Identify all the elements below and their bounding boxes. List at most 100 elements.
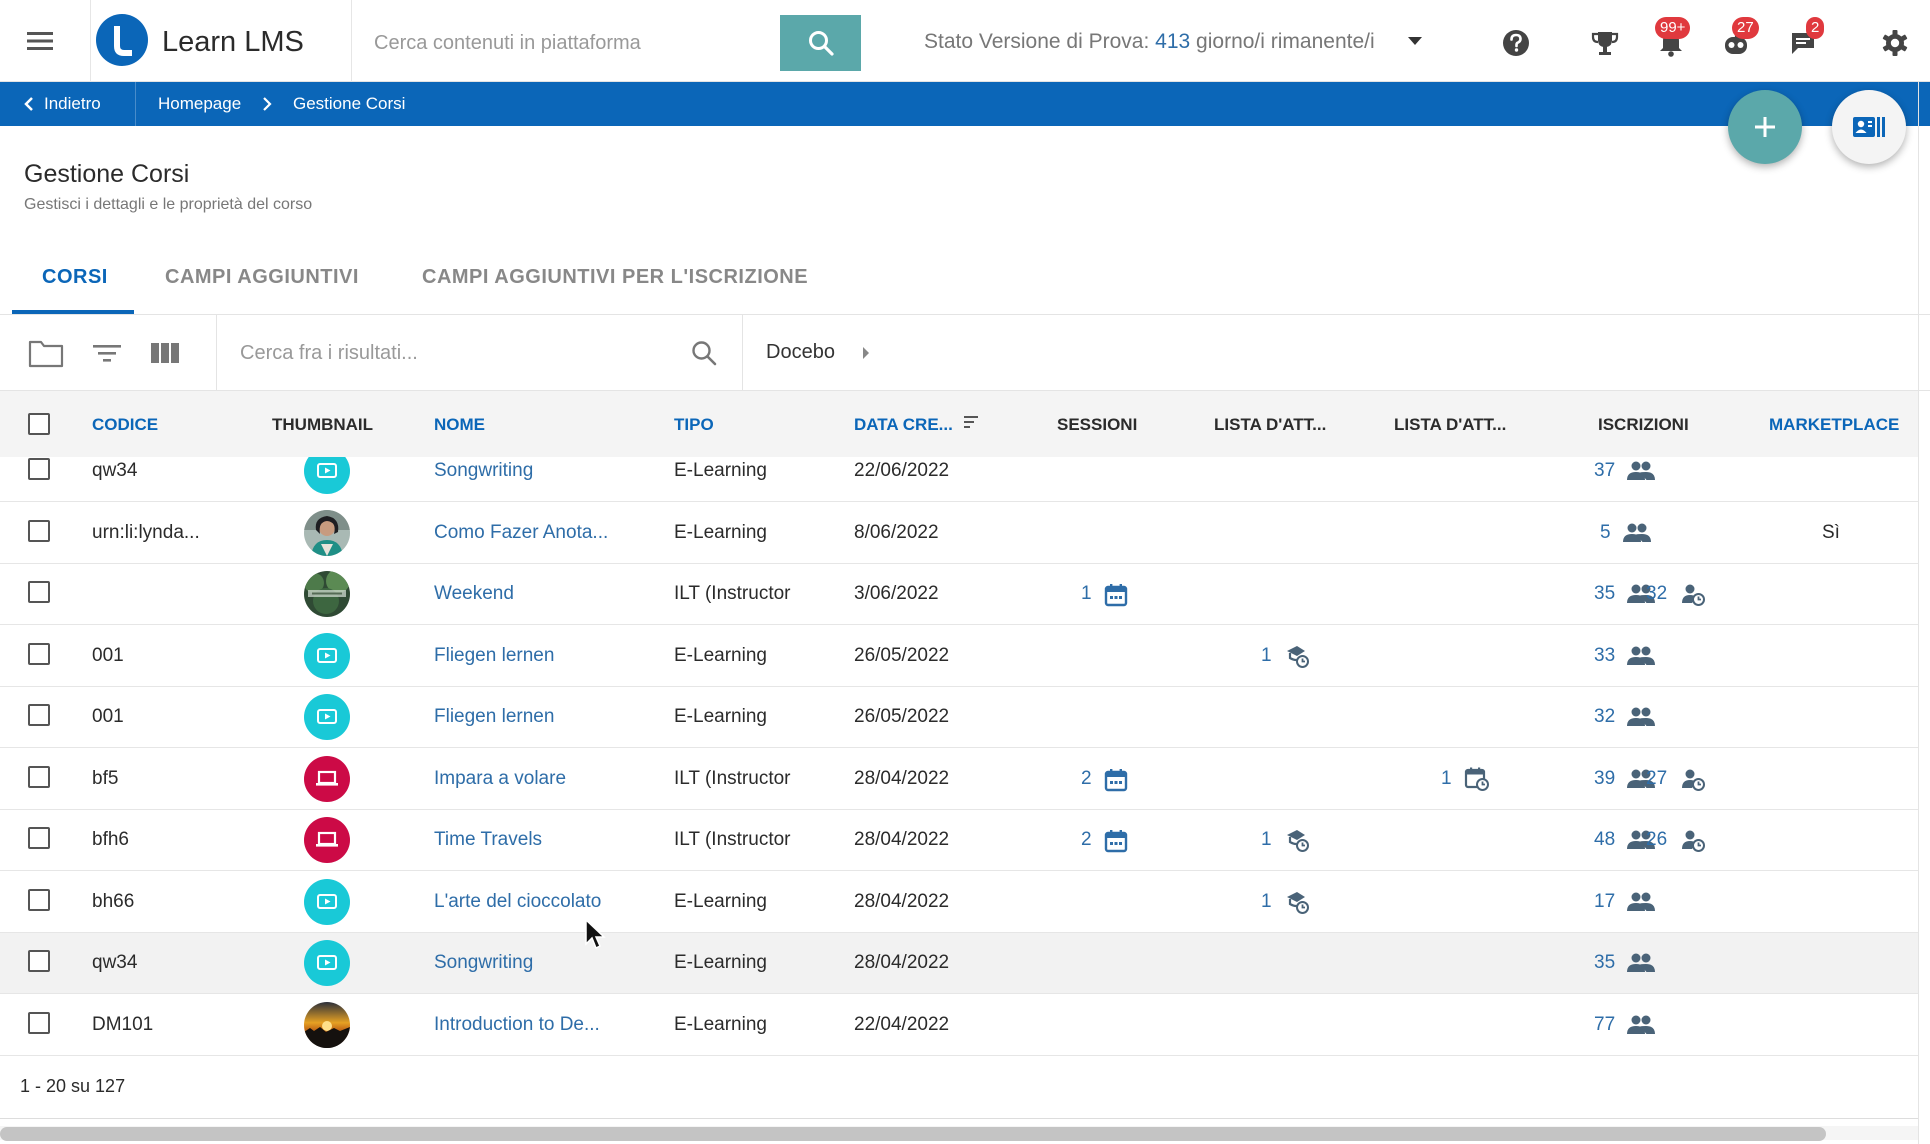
- table-row[interactable]: bh66 L'arte del cioccolato E-Learning 28/04…: [0, 872, 1918, 933]
- enrollments-count[interactable]: 37: [1594, 460, 1615, 482]
- global-search-input[interactable]: [352, 15, 780, 71]
- enrollments-count[interactable]: 32: [1594, 706, 1615, 728]
- calendar-icon[interactable]: [1103, 828, 1129, 854]
- row-checkbox[interactable]: [28, 520, 50, 542]
- waitlist-icon[interactable]: [1284, 827, 1310, 853]
- table-row[interactable]: 001 Fliegen lernen E-Learning 26/05/2022 1 33: [0, 626, 1918, 687]
- gear-icon[interactable]: [1880, 28, 1910, 58]
- table-row[interactable]: qw34 Songwriting E-Learning 28/04/2022 35: [0, 933, 1918, 994]
- row-checkbox[interactable]: [28, 766, 50, 788]
- table-row[interactable]: qw34 Songwriting E-Learning 22/06/2022 37: [0, 457, 1918, 502]
- waitlist-count[interactable]: 1: [1261, 891, 1272, 913]
- user-clock-icon[interactable]: [1680, 581, 1706, 607]
- hamburger-icon[interactable]: [22, 26, 58, 56]
- sessions-count[interactable]: 2: [1081, 829, 1092, 851]
- row-checkbox[interactable]: [28, 950, 50, 972]
- enrollments-count[interactable]: 17: [1594, 891, 1615, 913]
- enrollments-count[interactable]: 35: [1594, 952, 1615, 974]
- calendar-icon[interactable]: [1103, 582, 1129, 608]
- users-icon[interactable]: [1626, 950, 1656, 976]
- table-row[interactable]: DM101 Introduction to De... E-Learning 22/0…: [0, 995, 1918, 1056]
- trial-status[interactable]: Stato Versione di Prova: 413 giorno/i ri…: [924, 30, 1375, 54]
- tab-corsi[interactable]: CORSI: [42, 266, 108, 289]
- folder-breadcrumb[interactable]: Docebo: [766, 341, 835, 364]
- sort-icon[interactable]: [962, 413, 980, 431]
- course-name-link[interactable]: Time Travels: [434, 829, 542, 851]
- add-course-button[interactable]: [1728, 90, 1802, 164]
- calendar-clock-icon[interactable]: [1464, 766, 1490, 792]
- breadcrumb-home[interactable]: Homepage: [158, 94, 241, 114]
- columns-icon[interactable]: [148, 337, 184, 369]
- select-all-checkbox[interactable]: [28, 413, 50, 435]
- users-icon[interactable]: [1626, 1012, 1656, 1038]
- table-row[interactable]: bf5 Impara a volare ILT (Instructor 28/04/2…: [0, 749, 1918, 810]
- enrollments-count[interactable]: 33: [1594, 645, 1615, 667]
- waitlist-sessions-count[interactable]: 1: [1441, 768, 1452, 790]
- pending-enrollments-count[interactable]: 27: [1646, 768, 1667, 790]
- trophy-icon[interactable]: [1590, 28, 1620, 58]
- row-checkbox[interactable]: [28, 704, 50, 726]
- waitlist-count[interactable]: 1: [1261, 829, 1272, 851]
- enrollments-count[interactable]: 48: [1594, 829, 1615, 851]
- help-icon[interactable]: [1501, 28, 1531, 58]
- pending-enrollments-count[interactable]: 26: [1646, 829, 1667, 851]
- results-search-input[interactable]: [220, 329, 690, 377]
- column-header-marketplace[interactable]: MARKETPLACE: [1769, 415, 1899, 435]
- pending-enrollments-count[interactable]: 32: [1646, 583, 1667, 605]
- sessions-count[interactable]: 1: [1081, 583, 1092, 605]
- enrollments-count[interactable]: 5: [1600, 522, 1611, 544]
- users-icon[interactable]: [1626, 889, 1656, 915]
- row-checkbox[interactable]: [28, 643, 50, 665]
- users-icon[interactable]: [1622, 520, 1652, 546]
- course-name-link[interactable]: Introduction to De...: [434, 1014, 600, 1036]
- enrollments-count[interactable]: 35: [1594, 583, 1615, 605]
- course-name-link[interactable]: Fliegen lernen: [434, 706, 554, 728]
- table-row[interactable]: Weekend ILT (Instructor 3/06/2022 1 35 32: [0, 564, 1918, 625]
- enrollments-count[interactable]: 39: [1594, 768, 1615, 790]
- table-row[interactable]: bfh6 Time Travels ILT (Instructor 28/04/202…: [0, 810, 1918, 871]
- row-checkbox[interactable]: [28, 1012, 50, 1034]
- column-header-created[interactable]: DATA CRE...: [854, 415, 953, 435]
- user-clock-icon[interactable]: [1680, 827, 1706, 853]
- caret-right-icon[interactable]: [862, 346, 870, 360]
- video-course-icon: [304, 940, 350, 986]
- caret-down-icon[interactable]: [1408, 36, 1422, 46]
- horizontal-scrollbar[interactable]: [0, 1127, 1826, 1141]
- course-name-link[interactable]: Impara a volare: [434, 768, 566, 790]
- row-checkbox[interactable]: [28, 827, 50, 849]
- folder-icon[interactable]: [28, 337, 64, 369]
- classroom-icon: [304, 817, 350, 863]
- table-row[interactable]: urn:li:lynda... Como Fazer Anota... E-Lear…: [0, 503, 1918, 564]
- course-name-link[interactable]: L'arte del cioccolato: [434, 891, 601, 913]
- column-header-name[interactable]: NOME: [434, 415, 485, 435]
- tab-campi-aggiuntivi[interactable]: CAMPI AGGIUNTIVI: [165, 266, 359, 289]
- back-link[interactable]: Indietro: [0, 82, 136, 126]
- column-header-sessions: SESSIONI: [1057, 415, 1138, 434]
- course-name-link[interactable]: Songwriting: [434, 460, 533, 482]
- sessions-count[interactable]: 2: [1081, 768, 1092, 790]
- course-name-link[interactable]: Weekend: [434, 583, 514, 605]
- catalog-card-button[interactable]: [1832, 90, 1906, 164]
- users-icon[interactable]: [1626, 643, 1656, 669]
- search-icon[interactable]: [690, 339, 718, 367]
- users-icon[interactable]: [1626, 704, 1656, 730]
- course-name-link[interactable]: Songwriting: [434, 952, 533, 974]
- global-search-button[interactable]: [780, 15, 861, 71]
- users-icon[interactable]: [1626, 458, 1656, 484]
- filter-icon[interactable]: [90, 337, 126, 369]
- enrollments-count[interactable]: 77: [1594, 1014, 1615, 1036]
- row-checkbox[interactable]: [28, 581, 50, 603]
- course-name-link[interactable]: Fliegen lernen: [434, 645, 554, 667]
- column-header-type[interactable]: TIPO: [674, 415, 714, 435]
- calendar-icon[interactable]: [1103, 767, 1129, 793]
- row-checkbox[interactable]: [28, 889, 50, 911]
- waitlist-count[interactable]: 1: [1261, 645, 1272, 667]
- waitlist-icon[interactable]: [1284, 643, 1310, 669]
- waitlist-icon[interactable]: [1284, 889, 1310, 915]
- column-header-code[interactable]: CODICE: [92, 415, 158, 435]
- course-name-link[interactable]: Como Fazer Anota...: [434, 522, 608, 544]
- tab-campi-aggiuntivi-iscrizione[interactable]: CAMPI AGGIUNTIVI PER L'ISCRIZIONE: [422, 266, 808, 289]
- row-checkbox[interactable]: [28, 458, 50, 480]
- user-clock-icon[interactable]: [1680, 766, 1706, 792]
- table-row[interactable]: 001 Fliegen lernen E-Learning 26/05/2022 32: [0, 687, 1918, 748]
